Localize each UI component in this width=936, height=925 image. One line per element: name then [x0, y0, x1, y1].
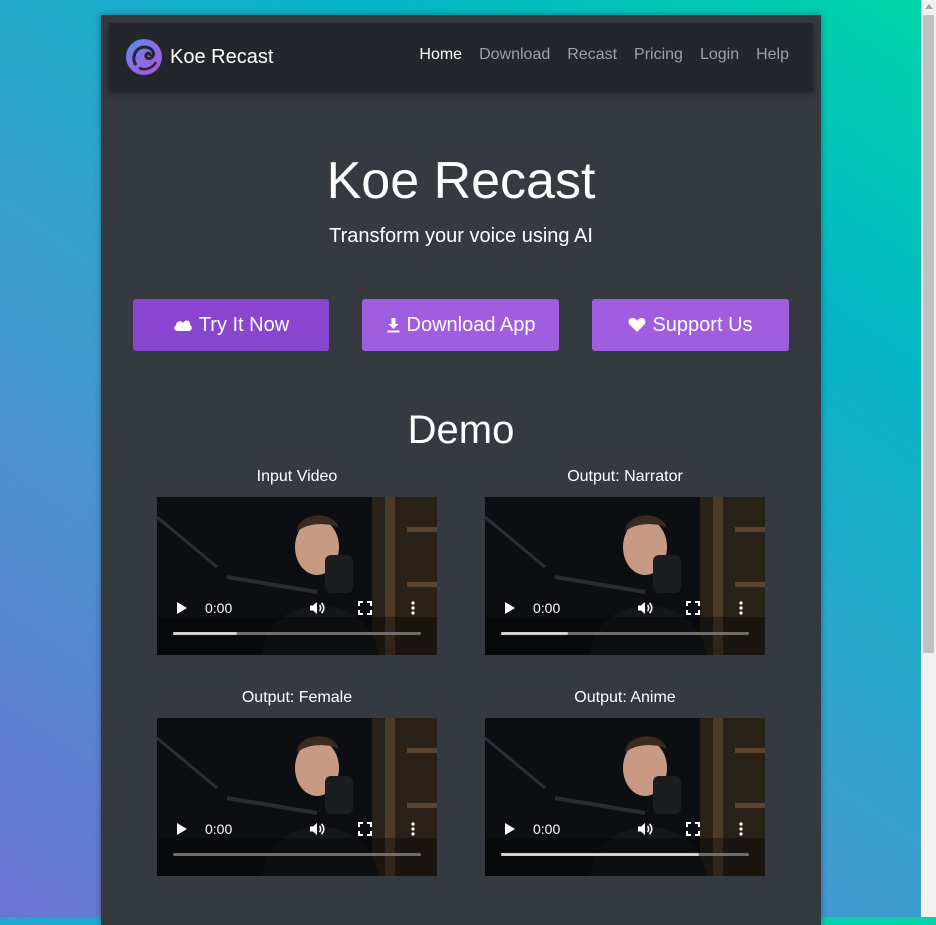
page-container: Koe Recast Home Download Recast Pricing … — [101, 15, 821, 925]
fullscreen-icon[interactable] — [686, 600, 700, 616]
scrollbar-thumb[interactable] — [923, 15, 934, 653]
support-us-label: Support Us — [652, 313, 753, 336]
more-vertical-icon[interactable] — [411, 821, 415, 837]
scroll-up-arrow-icon[interactable] — [925, 4, 933, 9]
play-icon[interactable] — [504, 821, 516, 837]
fullscreen-icon[interactable] — [358, 600, 372, 616]
video-progress-bar[interactable] — [501, 853, 749, 856]
video-progress-bar[interactable] — [173, 853, 421, 856]
nav-link-pricing[interactable]: Pricing — [634, 46, 683, 64]
navbar: Koe Recast Home Download Recast Pricing … — [109, 23, 813, 91]
video-label-narrator: Output: Narrator — [567, 468, 683, 485]
dragon-logo-icon — [126, 39, 162, 75]
demo-title: Demo — [407, 408, 515, 452]
nav-link-login[interactable]: Login — [700, 46, 739, 64]
volume-icon[interactable] — [309, 600, 326, 616]
fullscreen-icon[interactable] — [358, 821, 372, 837]
nav-link-help[interactable]: Help — [756, 46, 789, 64]
video-player-input[interactable]: 0:00 — [157, 497, 437, 655]
download-app-label: Download App — [406, 313, 536, 336]
fullscreen-icon[interactable] — [686, 821, 700, 837]
try-it-now-button[interactable]: Try It Now — [133, 299, 329, 351]
volume-icon[interactable] — [637, 821, 654, 837]
heart-icon — [628, 317, 646, 333]
nav-links: Home Download Recast Pricing Login Help — [402, 46, 789, 64]
video-player-narrator[interactable]: 0:00 — [485, 497, 765, 655]
nav-link-download[interactable]: Download — [479, 46, 550, 64]
video-time: 0:00 — [533, 821, 561, 837]
volume-icon[interactable] — [309, 821, 326, 837]
video-player-anime[interactable]: 0:00 — [485, 718, 765, 876]
download-app-button[interactable]: Download App — [362, 299, 559, 351]
cloud-icon — [173, 318, 193, 332]
brand[interactable]: Koe Recast — [125, 39, 273, 75]
video-progress-bar[interactable] — [173, 632, 421, 635]
video-player-female[interactable]: 0:00 — [157, 718, 437, 876]
more-vertical-icon[interactable] — [739, 600, 743, 616]
video-progress-fill — [501, 632, 568, 635]
nav-link-home[interactable]: Home — [419, 46, 462, 64]
more-vertical-icon[interactable] — [739, 821, 743, 837]
page-scrollbar[interactable] — [921, 0, 936, 917]
video-label-input: Input Video — [256, 468, 338, 485]
video-progress-bar[interactable] — [501, 632, 749, 635]
download-icon — [386, 317, 401, 333]
video-time: 0:00 — [205, 821, 233, 837]
play-icon[interactable] — [504, 600, 516, 616]
support-us-button[interactable]: Support Us — [592, 299, 789, 351]
video-time: 0:00 — [205, 600, 233, 616]
play-icon[interactable] — [176, 600, 188, 616]
video-progress-fill — [501, 853, 700, 856]
play-icon[interactable] — [176, 821, 188, 837]
hero-subtitle: Transform your voice using AI — [329, 225, 593, 247]
video-progress-fill — [173, 632, 238, 635]
video-time: 0:00 — [533, 600, 561, 616]
try-it-now-label: Try It Now — [198, 313, 290, 336]
hero-title: Koe Recast — [326, 152, 596, 210]
volume-icon[interactable] — [637, 600, 654, 616]
video-label-anime: Output: Anime — [574, 689, 676, 706]
more-vertical-icon[interactable] — [411, 600, 415, 616]
nav-link-recast[interactable]: Recast — [567, 46, 617, 64]
video-label-female: Output: Female — [241, 689, 353, 706]
brand-name: Koe Recast — [170, 45, 274, 68]
